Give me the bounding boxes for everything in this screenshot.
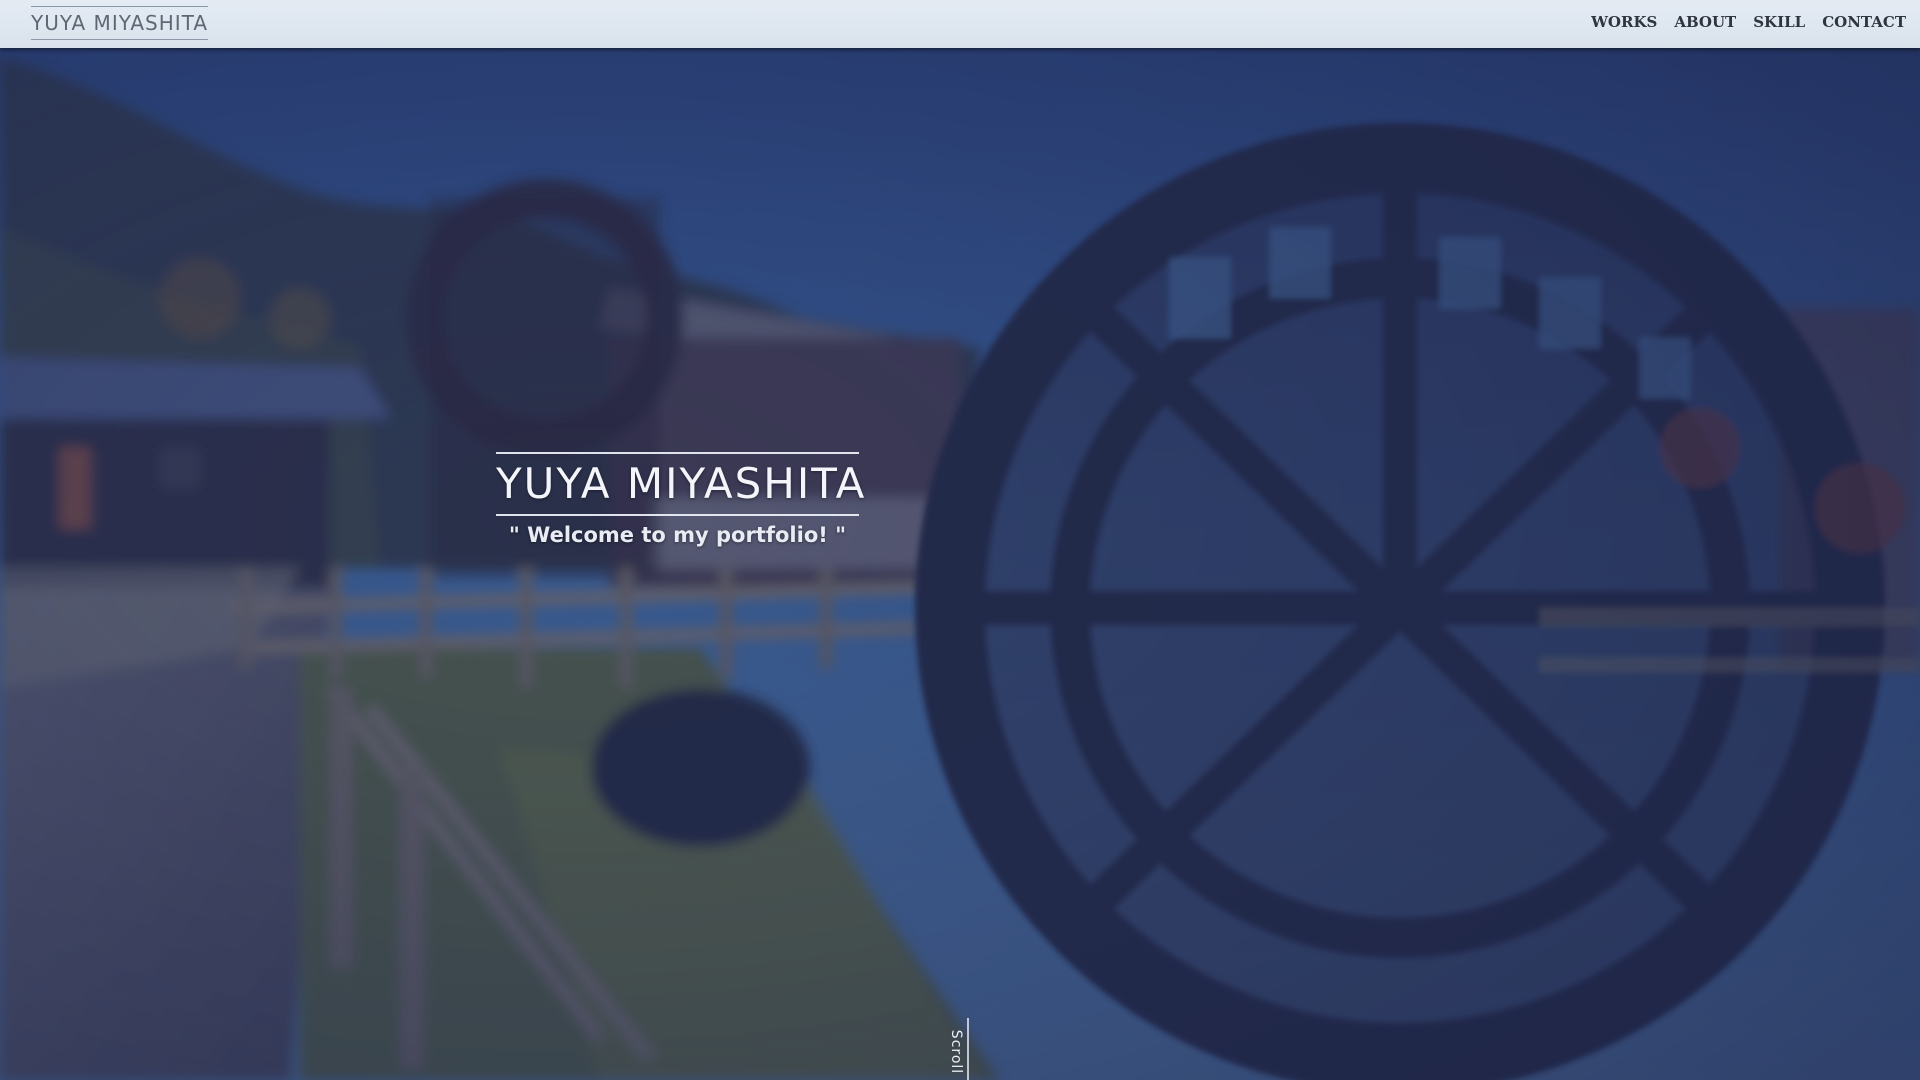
nav-item-works[interactable]: WORKS: [1591, 13, 1657, 31]
hero-background-image: [0, 48, 1920, 1080]
hero-subtitle: " Welcome to my portfolio! ": [508, 523, 847, 547]
site-logo[interactable]: YUYA MIYASHITA: [31, 6, 209, 40]
main-nav: WORKS ABOUT SKILL CONTACT: [1591, 13, 1906, 31]
hero-title-block: YUYA MIYASHITA " Welcome to my portfolio…: [496, 452, 867, 549]
site-header: YUYA MIYASHITA WORKS ABOUT SKILL CONTACT: [0, 0, 1920, 48]
title-bottom-rule: [496, 514, 859, 516]
hero-title: YUYA MIYASHITA: [496, 459, 867, 508]
nav-item-contact[interactable]: CONTACT: [1822, 13, 1906, 31]
hero-section: YUYA MIYASHITA " Welcome to my portfolio…: [0, 48, 1920, 1080]
arrow-down-icon: [962, 1018, 978, 1080]
scroll-indicator[interactable]: Scroll: [940, 1018, 980, 1080]
nav-item-skill[interactable]: SKILL: [1753, 13, 1805, 31]
nav-item-about[interactable]: ABOUT: [1674, 13, 1736, 31]
